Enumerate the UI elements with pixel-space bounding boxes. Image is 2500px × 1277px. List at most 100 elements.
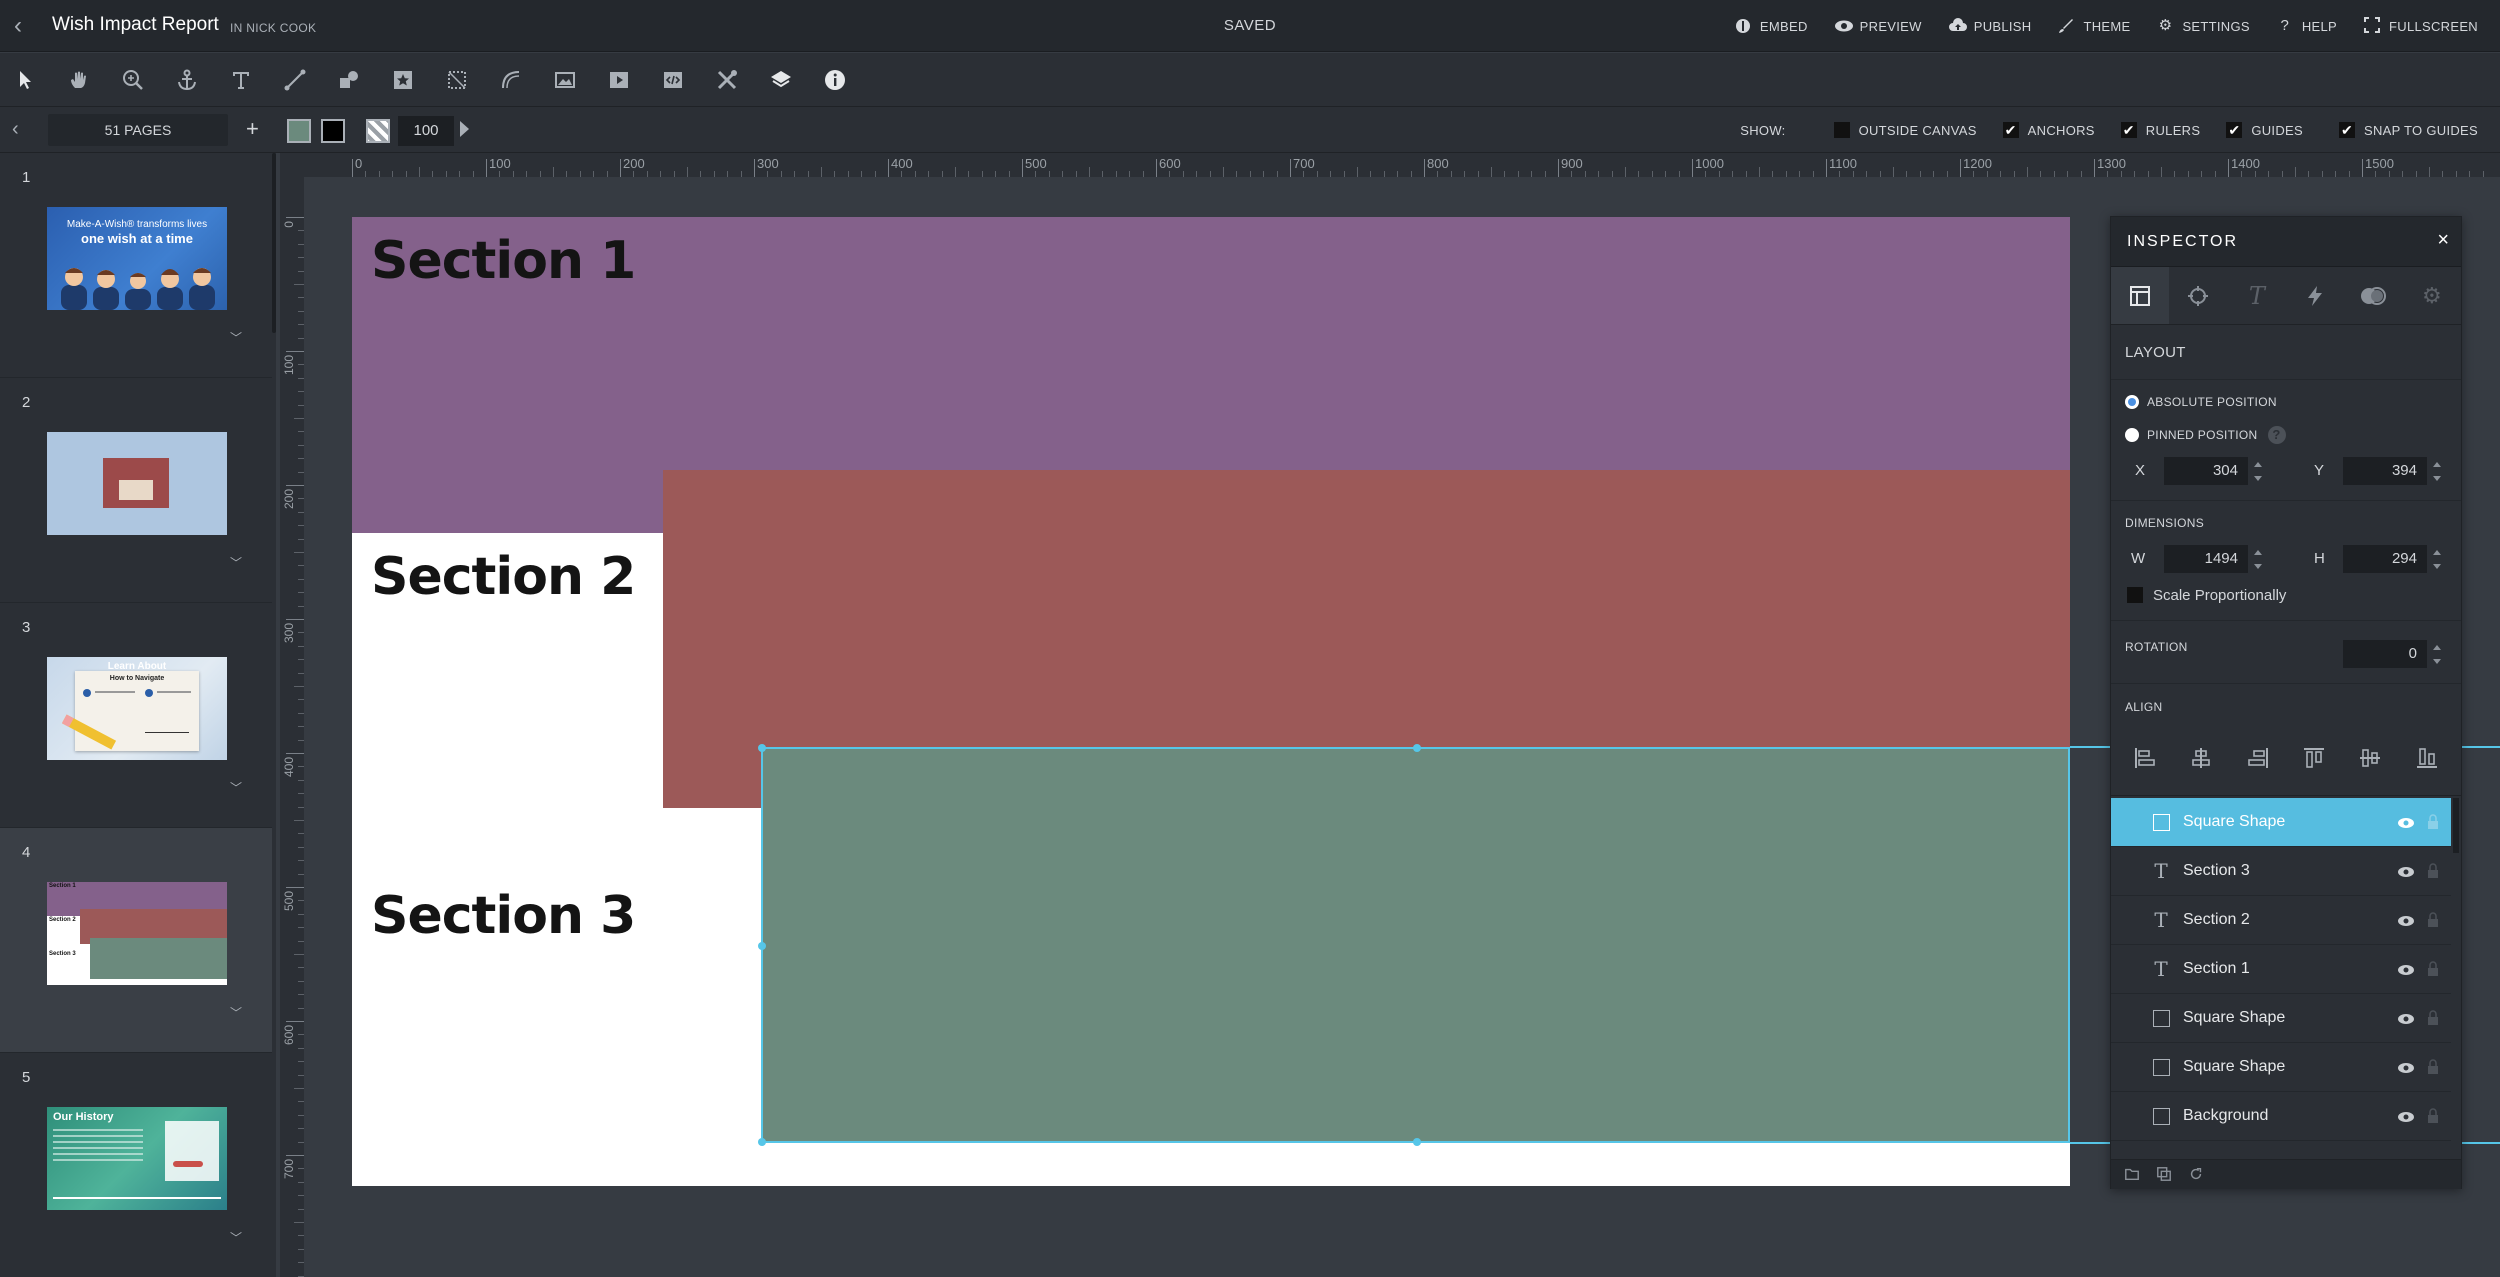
page-item-1[interactable]: 1 Make-A-Wish® transforms lives one wish… <box>0 153 272 378</box>
opacity-arrow-icon[interactable] <box>460 121 469 137</box>
duplicate-icon[interactable] <box>2155 1166 2173 1184</box>
align-left-button[interactable] <box>2131 744 2159 772</box>
checkmark-icon[interactable]: ✔ <box>2226 122 2243 138</box>
width-input[interactable]: 1494 <box>2164 545 2248 573</box>
arrow-up-icon[interactable] <box>2433 644 2441 650</box>
shapes-tool-button[interactable] <box>331 63 367 97</box>
image-tool-button[interactable] <box>547 63 583 97</box>
layer-item[interactable]: Square Shape <box>2111 994 2451 1043</box>
help-icon[interactable]: ? <box>2267 426 2286 444</box>
rulers-toggle[interactable]: ✔ RULERS <box>2120 122 2201 138</box>
line-tool-button[interactable] <box>277 63 313 97</box>
page-item-3[interactable]: 3 Learn About How to Navigate ﹀ <box>0 603 272 828</box>
radio-icon[interactable] <box>2125 428 2139 442</box>
align-top-button[interactable] <box>2300 744 2328 772</box>
layers-tool-button[interactable] <box>763 63 799 97</box>
checkmark-icon[interactable]: ✔ <box>2120 122 2137 138</box>
tab-actions[interactable] <box>2286 267 2344 324</box>
arrow-up-icon[interactable] <box>2254 461 2262 467</box>
eye-icon[interactable] <box>2396 813 2416 833</box>
close-icon[interactable]: × <box>2437 229 2449 252</box>
select-tool-button[interactable] <box>7 63 43 97</box>
rotation-stepper[interactable] <box>2430 640 2444 668</box>
layer-item[interactable]: Background <box>2111 1092 2451 1141</box>
embed-button[interactable]: EMBED <box>1734 17 1808 35</box>
lock-icon[interactable] <box>2426 1058 2440 1076</box>
layer-item[interactable]: Square Shape <box>2111 798 2451 847</box>
layer-item[interactable]: T Section 3 <box>2111 847 2451 896</box>
vertical-ruler[interactable]: 0 100 200 300 400 500 600 700 <box>280 177 304 1277</box>
page-item-5[interactable]: 5 Our History ﹀ <box>0 1053 272 1277</box>
settings-button[interactable]: ⚙ SETTINGS <box>2156 17 2250 35</box>
page-thumbnail[interactable] <box>47 432 227 535</box>
theme-button[interactable]: THEME <box>2057 17 2130 35</box>
lock-icon[interactable] <box>2426 1009 2440 1027</box>
crop-tool-button[interactable] <box>439 63 475 97</box>
page-thumbnail[interactable]: Make-A-Wish® transforms lives one wish a… <box>47 207 227 310</box>
lock-icon[interactable] <box>2426 1107 2440 1125</box>
align-right-button[interactable] <box>2244 744 2272 772</box>
snap-to-guides-toggle[interactable]: ✔ SNAP TO GUIDES <box>2338 122 2478 138</box>
inspector-header[interactable]: INSPECTOR × <box>2111 217 2461 267</box>
eye-icon[interactable] <box>2396 1107 2416 1127</box>
x-stepper[interactable] <box>2251 457 2265 485</box>
chevron-down-icon[interactable]: ﹀ <box>230 556 244 570</box>
checkmark-icon[interactable]: ✔ <box>2002 122 2019 138</box>
height-input[interactable]: 294 <box>2343 545 2427 573</box>
anchors-toggle[interactable]: ✔ ANCHORS <box>2002 122 2095 138</box>
fullscreen-button[interactable]: FULLSCREEN <box>2363 17 2478 35</box>
refresh-icon[interactable] <box>2187 1166 2205 1184</box>
y-input[interactable]: 394 <box>2343 457 2427 485</box>
arrow-down-icon[interactable] <box>2254 563 2262 569</box>
align-center-h-button[interactable] <box>2187 744 2215 772</box>
arrow-down-icon[interactable] <box>2433 475 2441 481</box>
pinned-position-option[interactable]: PINNED POSITION ? <box>2125 426 2286 444</box>
star-tool-button[interactable] <box>385 63 421 97</box>
page-item-2[interactable]: 2 ﹀ <box>0 378 272 603</box>
scale-proportionally-checkbox[interactable] <box>2127 587 2143 603</box>
anchor-tool-button[interactable] <box>169 63 205 97</box>
section-2-text[interactable]: Section 2 <box>371 547 636 607</box>
opacity-swatch[interactable] <box>366 119 390 143</box>
eye-icon[interactable] <box>2396 862 2416 882</box>
lock-icon[interactable] <box>2426 862 2440 880</box>
tab-style[interactable] <box>2169 267 2227 324</box>
y-stepper[interactable] <box>2430 457 2444 485</box>
chevron-down-icon[interactable]: ﹀ <box>230 331 244 345</box>
section-1-text[interactable]: Section 1 <box>371 231 636 291</box>
lock-icon[interactable] <box>2426 911 2440 929</box>
slide-canvas[interactable]: Section 1 Section 2 Section 3 <box>352 217 2070 1186</box>
checkmark-icon[interactable]: ✔ <box>2338 122 2355 138</box>
layer-item[interactable]: Square Shape <box>2111 1043 2451 1092</box>
width-stepper[interactable] <box>2251 545 2265 573</box>
section-3-text[interactable]: Section 3 <box>371 886 636 946</box>
checkbox-icon[interactable] <box>1833 122 1850 138</box>
align-middle-v-button[interactable] <box>2356 744 2384 772</box>
arrow-down-icon[interactable] <box>2433 658 2441 664</box>
chevron-down-icon[interactable]: ﹀ <box>230 1006 244 1020</box>
page-thumbnail[interactable]: Learn About How to Navigate <box>47 657 227 760</box>
layer-item[interactable]: T Section 2 <box>2111 896 2451 945</box>
lock-icon[interactable] <box>2426 813 2440 831</box>
chevron-down-icon[interactable]: ﹀ <box>230 1231 244 1245</box>
radio-selected-icon[interactable] <box>2125 395 2139 409</box>
page-thumbnail[interactable]: Our History <box>47 1107 227 1210</box>
tab-layout[interactable] <box>2111 267 2170 324</box>
preview-button[interactable]: PREVIEW <box>1834 17 1922 35</box>
video-tool-button[interactable] <box>601 63 637 97</box>
page-thumbnail[interactable]: Section 1 Section 2 Section 3 <box>47 882 227 985</box>
path-tool-button[interactable] <box>493 63 529 97</box>
eye-icon[interactable] <box>2396 960 2416 980</box>
fill-color-swatch[interactable] <box>287 119 311 143</box>
horizontal-ruler[interactable]: 0 100 200 300 400 500 600 700 800 900 1000 1100 1200… <box>304 153 2500 177</box>
eye-icon[interactable] <box>2396 1009 2416 1029</box>
opacity-input[interactable]: 100 <box>398 116 454 146</box>
embed-code-tool-button[interactable] <box>655 63 691 97</box>
lock-icon[interactable] <box>2426 960 2440 978</box>
add-page-button[interactable]: + <box>246 115 259 143</box>
guides-toggle[interactable]: ✔ GUIDES <box>2226 122 2303 138</box>
x-input[interactable]: 304 <box>2164 457 2248 485</box>
arrow-up-icon[interactable] <box>2254 549 2262 555</box>
stroke-color-swatch[interactable] <box>321 119 345 143</box>
absolute-position-option[interactable]: ABSOLUTE POSITION <box>2125 395 2277 409</box>
